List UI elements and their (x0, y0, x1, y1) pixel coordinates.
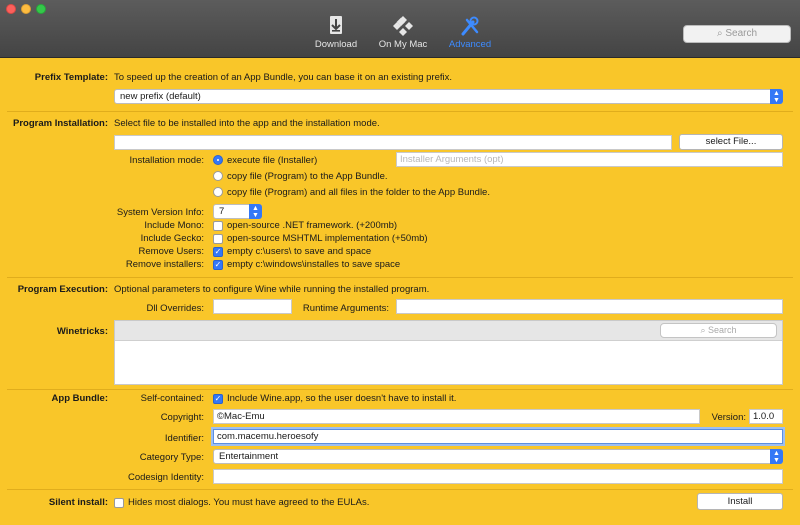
tools-icon (461, 16, 479, 36)
app-bundle-label: App Bundle: (51, 393, 108, 404)
codesign-identity-label: Codesign Identity: (127, 472, 204, 483)
select-file-button[interactable]: select File... (679, 134, 783, 150)
system-version-value: 7 (219, 206, 225, 217)
mode-execute-file-label: execute file (Installer) (227, 155, 318, 166)
include-mono-text: open-source .NET framework. (+200mb) (227, 220, 398, 231)
chevron-updown-icon: ▲ ▼ (770, 89, 783, 104)
remove-installers-label: Remove installers: (125, 259, 204, 270)
program-execution-label: Program Execution: (17, 284, 108, 295)
radio-copy-file[interactable] (213, 171, 223, 181)
program-execution-description: Optional parameters to configure Wine wh… (114, 284, 430, 295)
winetricks-label: Winetricks: (56, 326, 108, 337)
window-toolbar: Download On My Mac Advanced ⌕ Search (0, 0, 800, 58)
dll-overrides-field[interactable] (213, 299, 292, 314)
include-gecko-label: Include Gecko: (140, 233, 204, 244)
section-divider (7, 111, 793, 112)
silent-install-text: Hides most dialogs. You must have agreed… (128, 497, 370, 508)
tab-download-label: Download (314, 39, 358, 50)
system-version-select[interactable]: 7 ▲ ▼ (213, 204, 262, 219)
tab-advanced-label: Advanced (448, 39, 492, 50)
winetricks-search-input[interactable]: ⌕ Search (660, 323, 777, 338)
download-icon (330, 16, 342, 34)
installer-arguments-field[interactable]: Installer Arguments (opt) (396, 152, 783, 167)
system-version-label: System Version Info: (116, 207, 204, 218)
remove-users-checkbox[interactable]: ✓ (213, 247, 223, 257)
installation-mode-label: Installation mode: (129, 155, 204, 166)
prefix-template-description: To speed up the creation of an App Bundl… (114, 72, 453, 83)
self-contained-text: Include Wine.app, so the user doesn't ha… (227, 393, 457, 404)
section-divider (7, 277, 793, 278)
remove-installers-text: empty c:\windows\installes to save space (227, 259, 401, 270)
prefix-template-select[interactable]: new prefix (default) ▲ ▼ (114, 89, 783, 104)
mode-copy-folder-label: copy file (Program) and all files in the… (227, 187, 490, 198)
identifier-field[interactable]: com.macemu.heroesofy (213, 429, 783, 444)
section-divider (7, 489, 793, 490)
checkmark-icon: ✓ (214, 394, 222, 403)
remove-users-text: empty c:\users\ to save and space (227, 246, 372, 257)
prefix-template-label: Prefix Template: (34, 72, 108, 83)
close-window-button[interactable] (6, 4, 16, 14)
silent-install-checkbox[interactable] (114, 498, 124, 508)
include-mono-label: Include Mono: (144, 220, 204, 231)
self-contained-label: Self-contained: (140, 393, 204, 404)
chevron-updown-icon: ▲ ▼ (249, 204, 262, 219)
include-gecko-checkbox[interactable] (213, 234, 223, 244)
search-icon: ⌕ (716, 28, 723, 39)
radio-execute-file[interactable] (213, 155, 223, 165)
program-installation-label: Program Installation: (12, 118, 108, 129)
category-type-value: Entertainment (219, 451, 279, 462)
identifier-label: Identifier: (164, 433, 204, 444)
codesign-identity-field[interactable] (213, 469, 783, 484)
chevron-updown-icon: ▲ ▼ (770, 449, 783, 464)
program-installation-description: Select file to be installed into the app… (114, 118, 380, 129)
runtime-arguments-field[interactable] (396, 299, 783, 314)
search-icon: ⌕ (700, 325, 706, 335)
runtime-arguments-label: Runtime Arguments: (302, 303, 389, 314)
checkmark-icon: ✓ (214, 247, 222, 256)
category-type-label: Category Type: (139, 452, 204, 463)
copyright-label: Copyright: (160, 412, 204, 423)
toolbar-search-input[interactable]: ⌕ Search (683, 25, 791, 43)
checkmark-icon: ✓ (214, 260, 222, 269)
remove-installers-checkbox[interactable]: ✓ (213, 260, 223, 270)
prefix-template-value: new prefix (default) (120, 91, 201, 102)
zoom-window-button[interactable] (36, 4, 46, 14)
program-file-field[interactable] (114, 135, 672, 150)
include-gecko-text: open-source MSHTML implementation (+50mb… (227, 233, 428, 244)
self-contained-checkbox[interactable]: ✓ (213, 394, 223, 404)
winetricks-search-placeholder: Search (708, 325, 737, 335)
version-field[interactable]: 1.0.0 (749, 409, 783, 424)
install-button[interactable]: Install (697, 493, 783, 510)
minimize-window-button[interactable] (21, 4, 31, 14)
tab-advanced[interactable]: Advanced (430, 16, 510, 50)
include-mono-checkbox[interactable] (213, 221, 223, 231)
windows-diamond-icon (393, 16, 413, 36)
winetricks-list[interactable]: ⌕ Search (114, 320, 783, 385)
copyright-field[interactable]: ©Mac-Emu (213, 409, 700, 424)
silent-install-label: Silent install: (48, 497, 108, 508)
version-label: Version: (711, 412, 746, 423)
radio-copy-folder[interactable] (213, 187, 223, 197)
remove-users-label: Remove Users: (138, 246, 204, 257)
dll-overrides-label: Dll Overrides: (146, 303, 204, 314)
winetricks-header: ⌕ Search (115, 321, 782, 341)
mode-copy-file-label: copy file (Program) to the App Bundle. (227, 171, 388, 182)
tab-on-my-mac-label: On My Mac (378, 39, 428, 50)
toolbar-search-placeholder: Search (725, 28, 758, 39)
section-divider (7, 389, 793, 390)
category-type-select[interactable]: Entertainment ▲ ▼ (213, 449, 783, 464)
